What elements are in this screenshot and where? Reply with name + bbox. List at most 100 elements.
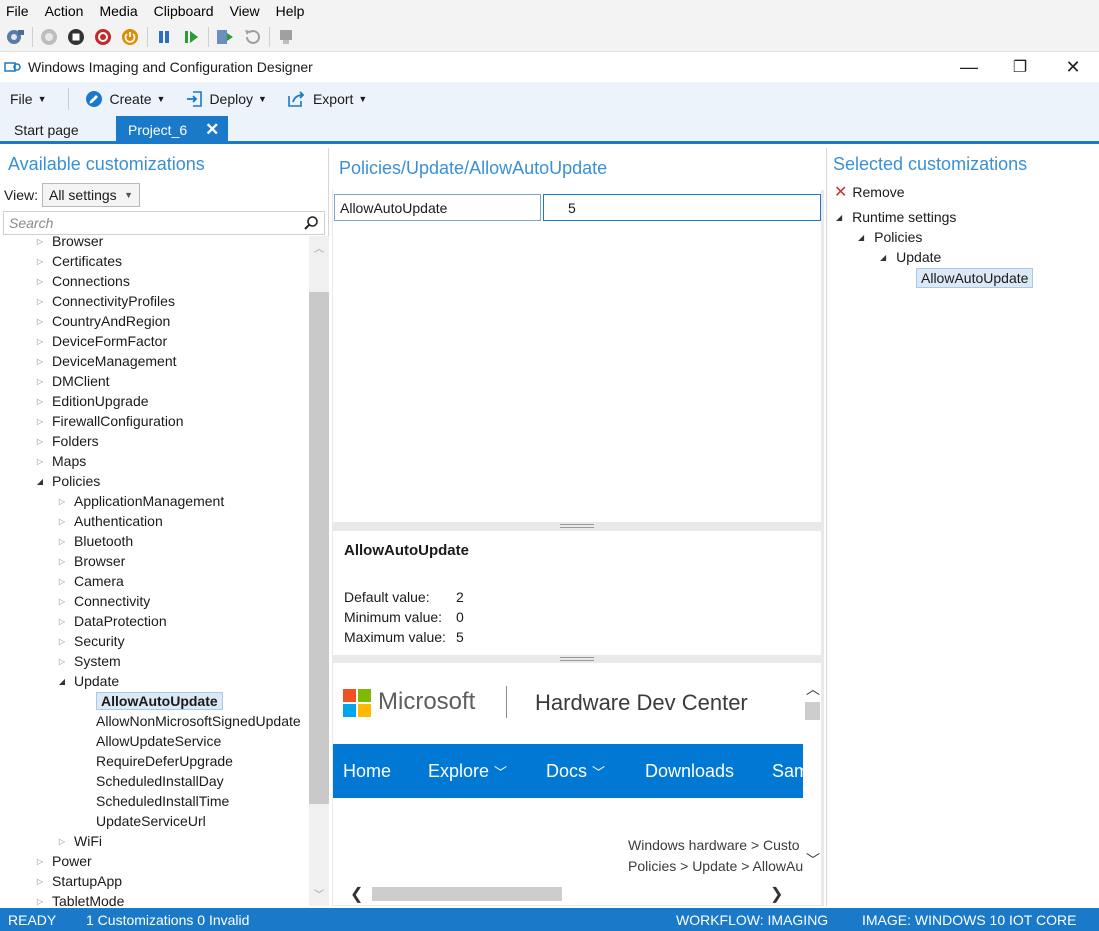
expand-arrow-icon[interactable]: ▷ <box>56 617 68 626</box>
expand-arrow-icon[interactable]: ▷ <box>34 257 46 266</box>
expand-arrow-icon[interactable]: ▷ <box>34 457 46 466</box>
tree-item[interactable]: ▷ System <box>56 651 121 671</box>
tree-item[interactable]: ▷ TabletMode <box>34 891 124 906</box>
expand-arrow-icon[interactable]: ▷ <box>34 337 46 346</box>
host-menu-help[interactable]: Help <box>276 3 305 19</box>
breadcrumb-line-1[interactable]: Windows hardware > Custo <box>628 837 800 853</box>
tree-item[interactable]: ▷ FirewallConfiguration <box>34 411 184 431</box>
breadcrumb-line-2[interactable]: Policies > Update > AllowAu <box>628 858 803 874</box>
expand-arrow-icon[interactable]: ▷ <box>56 517 68 526</box>
expand-arrow-icon[interactable]: ▷ <box>34 897 46 906</box>
expand-arrow-icon[interactable]: ▷ <box>34 437 46 446</box>
selected-tree-update[interactable]: ◢ Update <box>880 249 941 265</box>
tree-item[interactable]: ▷ Bluetooth <box>56 531 133 551</box>
expand-arrow-icon[interactable]: ▷ <box>34 237 46 246</box>
enhanced-session-icon[interactable] <box>275 26 297 48</box>
expand-arrow-icon[interactable]: ▷ <box>34 357 46 366</box>
expand-arrow-icon[interactable]: ▷ <box>34 297 46 306</box>
splitter-grip[interactable] <box>560 657 594 661</box>
tree-item[interactable]: ▷ Security <box>56 631 125 651</box>
nav-docs-link[interactable]: Docs ﹀ <box>546 761 605 782</box>
search-icon[interactable] <box>303 215 319 231</box>
search-input[interactable]: Search <box>3 211 325 235</box>
host-menu-file[interactable]: File <box>6 3 29 19</box>
tree-item[interactable]: ▷ DataProtection <box>56 611 167 631</box>
tree-item[interactable]: ▷ Certificates <box>34 251 122 271</box>
tree-item[interactable]: ▷ Connectivity <box>56 591 150 611</box>
nav-downloads-link[interactable]: Downloads <box>645 761 734 782</box>
expand-arrow-icon[interactable]: ▷ <box>34 377 46 386</box>
host-menu-action[interactable]: Action <box>45 3 84 19</box>
tree-item[interactable]: AllowUpdateService <box>78 731 221 751</box>
expand-arrow-icon[interactable]: ▷ <box>56 497 68 506</box>
expand-arrow-icon[interactable]: ▷ <box>56 597 68 606</box>
close-window-button[interactable]: ✕ <box>1050 52 1096 82</box>
tree-item[interactable]: ▷ ApplicationManagement <box>56 491 224 511</box>
tree-item[interactable]: ▷ StartupApp <box>34 871 122 891</box>
tree-item[interactable]: ▷ DeviceManagement <box>34 351 177 371</box>
ctrl-alt-del-icon[interactable] <box>4 26 26 48</box>
web-scroll-down-icon[interactable]: ﹀ <box>806 850 820 870</box>
export-button[interactable]: Export ▼ <box>287 90 367 108</box>
host-menu-clipboard[interactable]: Clipboard <box>154 3 214 19</box>
tree-item[interactable]: ▷ Camera <box>56 571 124 591</box>
checkpoint-icon[interactable] <box>214 26 236 48</box>
tree-item[interactable]: ▷ Browser <box>56 551 125 571</box>
shutdown-icon[interactable] <box>92 26 114 48</box>
tree-item[interactable]: ▷ Folders <box>34 431 99 451</box>
expand-arrow-icon[interactable]: ▷ <box>34 417 46 426</box>
tree-item[interactable]: ▷ Authentication <box>56 511 163 531</box>
nav-explore-link[interactable]: Explore ﹀ <box>428 761 507 782</box>
tree-item[interactable]: RequireDeferUpgrade <box>78 751 233 771</box>
stop-icon[interactable] <box>65 26 87 48</box>
tree-item[interactable]: ▷ DeviceFormFactor <box>34 331 167 351</box>
tree-item[interactable]: ScheduledInstallTime <box>78 791 229 811</box>
host-menu-media[interactable]: Media <box>99 3 137 19</box>
web-hscroll-thumb[interactable] <box>372 887 562 901</box>
selected-tree-runtime[interactable]: ◢ Runtime settings <box>836 209 956 225</box>
tree-item[interactable]: AllowNonMicrosoftSignedUpdate <box>78 711 301 731</box>
tab-project[interactable]: Project_6 ✕ <box>116 116 228 144</box>
splitter-grip[interactable] <box>560 524 594 528</box>
tree-item[interactable]: ▷ WiFi <box>56 831 102 851</box>
expand-arrow-icon[interactable]: ◢ <box>858 233 864 242</box>
tree-item[interactable]: ▷ Maps <box>34 451 86 471</box>
view-select[interactable]: All settings ▼ <box>41 183 140 207</box>
remove-button[interactable]: ✕ Remove <box>834 182 905 202</box>
collapse-arrow-icon[interactable]: ◢ <box>34 477 46 486</box>
expand-arrow-icon[interactable]: ▷ <box>34 877 46 886</box>
scroll-down-icon[interactable]: ﹀ <box>314 886 324 901</box>
start-icon[interactable] <box>38 26 60 48</box>
tree-item[interactable]: ▷ EditionUpgrade <box>34 391 149 411</box>
create-button[interactable]: Create ▼ <box>85 90 165 108</box>
web-scrollbar-thumb[interactable] <box>805 702 820 720</box>
tab-start-page[interactable]: Start page <box>14 116 79 144</box>
expand-arrow-icon[interactable]: ▷ <box>34 857 46 866</box>
minimize-button[interactable]: — <box>946 52 992 82</box>
setting-value-input[interactable]: 5 <box>543 194 821 221</box>
tree-item[interactable]: ◢ Policies <box>34 471 100 491</box>
selected-tree-allowautoupdate[interactable]: AllowAutoUpdate <box>916 268 1034 288</box>
selected-tree-policies[interactable]: ◢ Policies <box>858 229 922 245</box>
tree-item[interactable]: ▷ DMClient <box>34 371 110 391</box>
expand-arrow-icon[interactable]: ▷ <box>56 837 68 846</box>
expand-arrow-icon[interactable]: ▷ <box>56 637 68 646</box>
tree-scrollbar-thumb[interactable] <box>309 292 329 804</box>
tree-item[interactable]: ScheduledInstallDay <box>78 771 224 791</box>
web-scroll-up-icon[interactable]: ︿ <box>806 679 820 699</box>
revert-icon[interactable] <box>241 26 263 48</box>
tree-item[interactable]: ▷ CountryAndRegion <box>34 311 170 331</box>
tree-item[interactable]: ▷ Browser <box>34 236 103 251</box>
expand-arrow-icon[interactable]: ▷ <box>34 317 46 326</box>
web-scroll-right-icon[interactable]: ❯ <box>770 884 783 904</box>
tree-item[interactable]: ▷ Connections <box>34 271 130 291</box>
nav-home-link[interactable]: Home <box>343 761 391 782</box>
close-tab-icon[interactable]: ✕ <box>205 120 219 140</box>
expand-arrow-icon[interactable]: ◢ <box>880 253 886 262</box>
restore-button[interactable]: ❐ <box>997 52 1043 82</box>
pause-icon[interactable] <box>153 26 175 48</box>
expand-arrow-icon[interactable]: ▷ <box>56 657 68 666</box>
site-name-link[interactable]: Hardware Dev Center <box>535 690 748 716</box>
expand-arrow-icon[interactable]: ▷ <box>34 397 46 406</box>
tree-item[interactable]: AllowAutoUpdate <box>78 691 223 711</box>
